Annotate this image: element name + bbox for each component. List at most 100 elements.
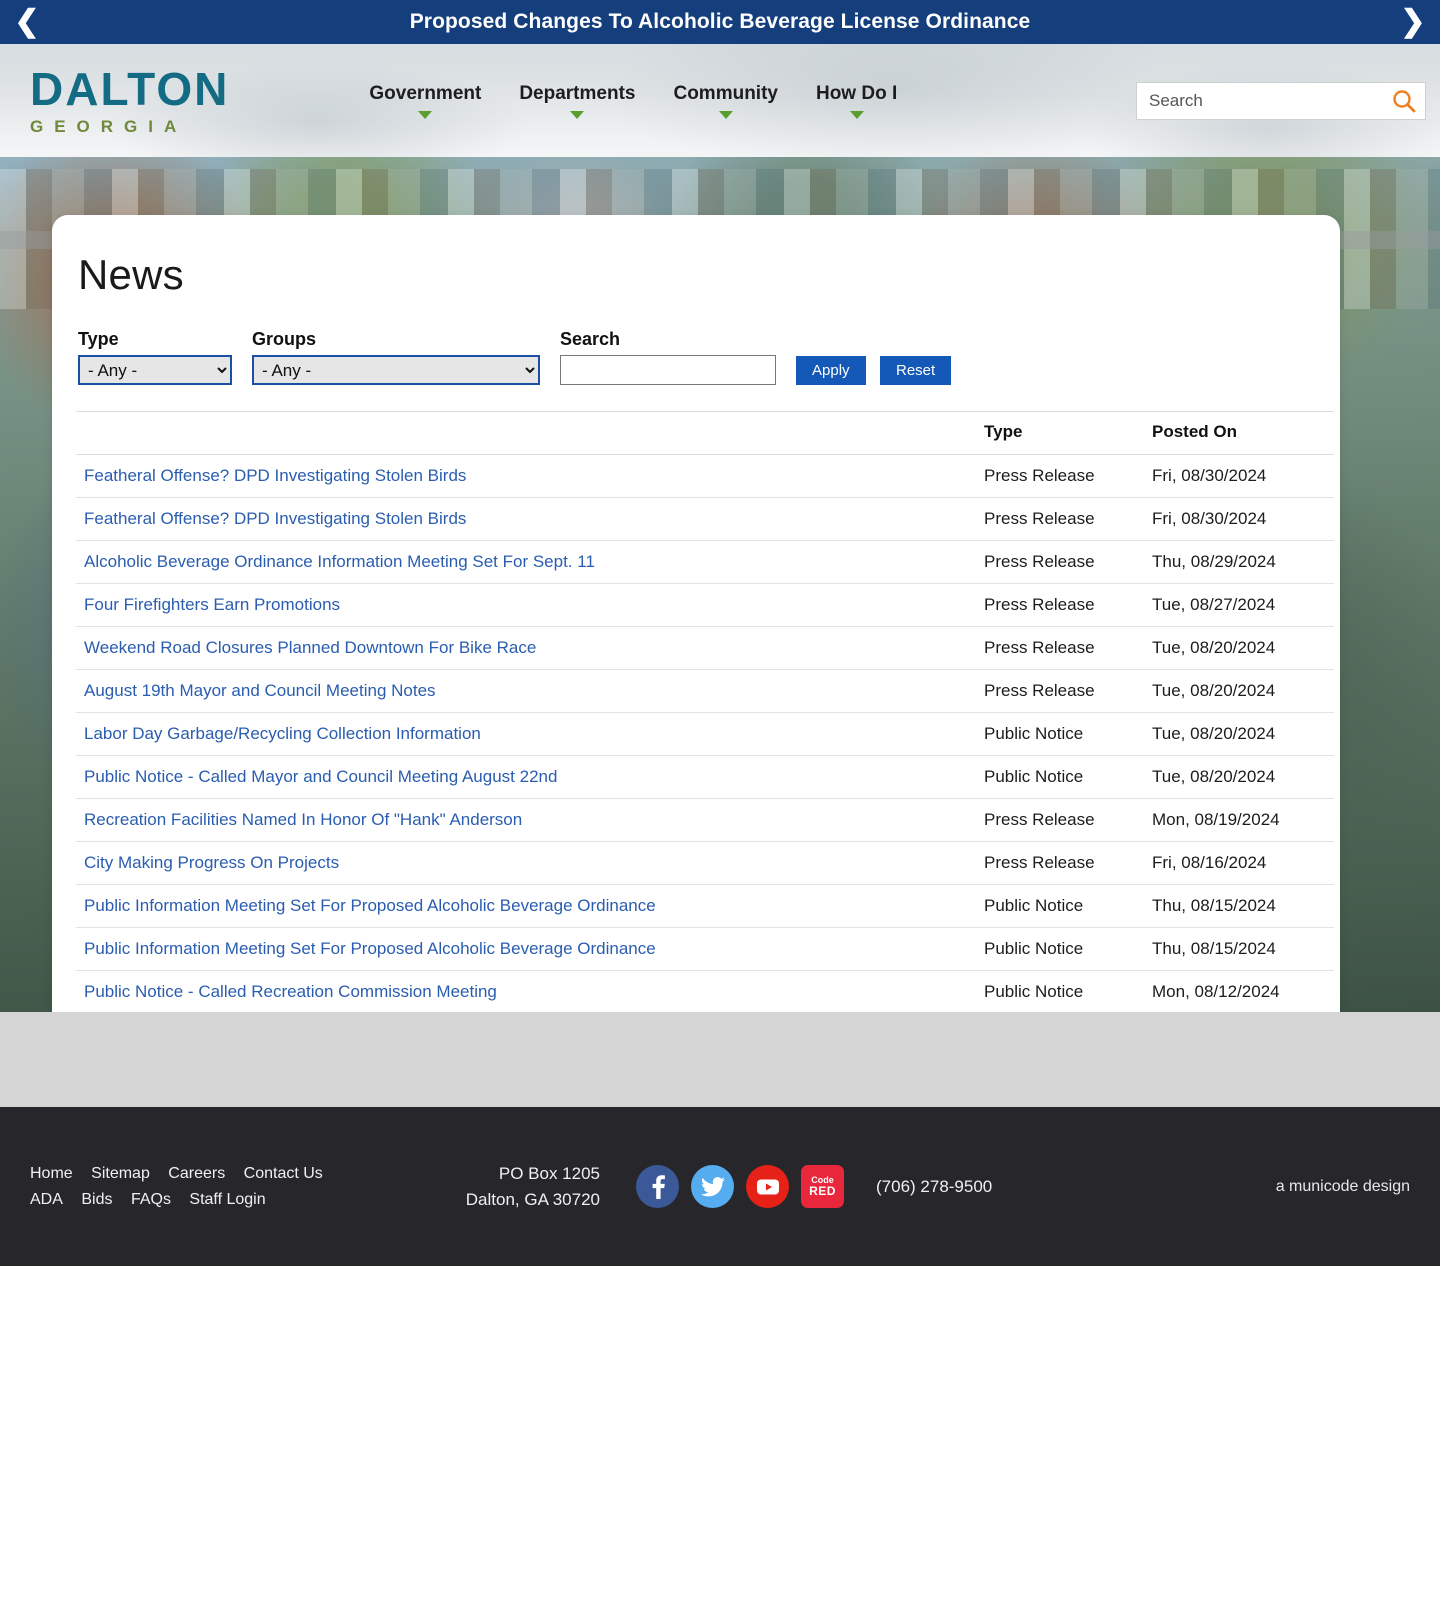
- table-row: City Making Progress On Projects Press Re…: [76, 841, 1334, 885]
- table-row: August 19th Mayor and Council Meeting No…: [76, 669, 1334, 713]
- news-type-cell: Public Notice: [976, 970, 1144, 1012]
- news-title-cell: Public Notice - Called Mayor and Council…: [76, 755, 976, 799]
- alert-next-arrow-icon[interactable]: ❯: [1386, 0, 1440, 44]
- groups-filter: Groups - Any -: [252, 329, 540, 385]
- nav-item-community-label: Community: [673, 82, 778, 104]
- news-filters: Type - Any - Groups - Any - Search Apply…: [76, 329, 1316, 411]
- news-title-cell: Weekend Road Closures Planned Downtown F…: [76, 626, 976, 670]
- nav-item-community[interactable]: Community: [673, 83, 778, 119]
- table-row: Featheral Offense? DPD Investigating Sto…: [76, 497, 1334, 541]
- news-title-cell: Featheral Offense? DPD Investigating Sto…: [76, 454, 976, 498]
- nav-item-departments[interactable]: Departments: [519, 83, 635, 119]
- table-row: Public Information Meeting Set For Propo…: [76, 884, 1334, 928]
- twitter-icon[interactable]: [691, 1165, 734, 1208]
- news-type-cell: Public Notice: [976, 884, 1144, 928]
- table-row: Alcoholic Beverage Ordinance Information…: [76, 540, 1334, 584]
- footer-social-links: Code RED: [636, 1165, 844, 1208]
- news-title-link[interactable]: Weekend Road Closures Planned Downtown F…: [84, 638, 536, 657]
- keyword-filter-label: Search: [560, 329, 621, 349]
- table-row: Weekend Road Closures Planned Downtown F…: [76, 626, 1334, 670]
- facebook-icon[interactable]: [636, 1165, 679, 1208]
- footer-address-line-2: Dalton, GA 30720: [465, 1189, 600, 1209]
- footer-links: Home Sitemap Careers Contact Us ADA Bids…: [30, 1161, 360, 1213]
- reset-button[interactable]: Reset: [879, 356, 952, 385]
- keyword-search-input[interactable]: [560, 355, 776, 385]
- header-search-input[interactable]: [1137, 82, 1383, 119]
- news-title-link[interactable]: August 19th Mayor and Council Meeting No…: [84, 681, 436, 700]
- news-title-cell: Labor Day Garbage/Recycling Collection I…: [76, 712, 976, 756]
- news-title-link[interactable]: Public Notice - Called Mayor and Council…: [84, 767, 557, 786]
- table-row: Recreation Facilities Named In Honor Of …: [76, 798, 1334, 842]
- news-date-cell: Mon, 08/12/2024: [1144, 970, 1334, 1012]
- table-row: Public Notice - Called Mayor and Council…: [76, 755, 1334, 799]
- footer-link-bids[interactable]: Bids: [81, 1191, 112, 1208]
- footer-link-ada[interactable]: ADA: [30, 1191, 63, 1208]
- chevron-down-icon: [718, 110, 733, 119]
- news-type-cell: Press Release: [976, 669, 1144, 713]
- news-title-link[interactable]: Featheral Offense? DPD Investigating Sto…: [84, 466, 466, 485]
- news-title-link[interactable]: Alcoholic Beverage Ordinance Information…: [84, 552, 595, 571]
- news-title-link[interactable]: City Making Progress On Projects: [84, 853, 339, 872]
- news-date-cell: Mon, 08/19/2024: [1144, 798, 1334, 842]
- footer-links-row-1: Home Sitemap Careers Contact Us: [30, 1161, 360, 1187]
- footer-link-contact-us[interactable]: Contact Us: [244, 1165, 323, 1182]
- news-title-link[interactable]: Public Information Meeting Set For Propo…: [84, 896, 656, 915]
- news-title-cell: Four Firefighters Earn Promotions: [76, 583, 976, 627]
- site-masthead: DALTON GEORGIA Government Departments Co…: [0, 44, 1440, 157]
- footer-link-staff-login[interactable]: Staff Login: [189, 1191, 265, 1208]
- alert-banner-title[interactable]: Proposed Changes To Alcoholic Beverage L…: [350, 10, 1091, 34]
- header-search-box: [1136, 81, 1426, 120]
- page-title: News: [78, 251, 184, 298]
- table-row: Featheral Offense? DPD Investigating Sto…: [76, 454, 1334, 498]
- news-title-link[interactable]: Public Notice - Called Recreation Commis…: [84, 982, 497, 1001]
- table-row: Public Information Meeting Set For Propo…: [76, 927, 1334, 971]
- footer-link-sitemap[interactable]: Sitemap: [91, 1165, 150, 1182]
- codered-icon[interactable]: Code RED: [801, 1165, 844, 1208]
- footer-link-home[interactable]: Home: [30, 1165, 73, 1182]
- news-title-link[interactable]: Featheral Offense? DPD Investigating Sto…: [84, 509, 466, 528]
- apply-button[interactable]: Apply: [796, 356, 866, 385]
- news-title-cell: Recreation Facilities Named In Honor Of …: [76, 798, 976, 842]
- footer-link-faqs[interactable]: FAQs: [131, 1191, 171, 1208]
- news-type-cell: Press Release: [976, 626, 1144, 670]
- news-type-cell: Public Notice: [976, 755, 1144, 799]
- news-date-cell: Fri, 08/16/2024: [1144, 841, 1334, 885]
- search-icon[interactable]: [1383, 88, 1425, 114]
- footer-credit[interactable]: a municode design: [1276, 1178, 1410, 1196]
- site-footer: Home Sitemap Careers Contact Us ADA Bids…: [0, 1107, 1440, 1266]
- news-title-cell: Public Information Meeting Set For Propo…: [76, 927, 976, 971]
- news-type-cell: Press Release: [976, 583, 1144, 627]
- page-spacer: [0, 1012, 1440, 1107]
- chevron-down-icon: [570, 110, 585, 119]
- news-title-link[interactable]: Public Information Meeting Set For Propo…: [84, 939, 656, 958]
- table-row: Public Notice - Called Recreation Commis…: [76, 970, 1334, 1012]
- type-filter-label: Type: [78, 329, 119, 349]
- nav-item-departments-label: Departments: [519, 82, 636, 104]
- site-logo[interactable]: DALTON GEORGIA: [30, 66, 229, 135]
- type-select[interactable]: - Any -: [78, 355, 232, 385]
- youtube-icon[interactable]: [746, 1165, 789, 1208]
- news-title-link[interactable]: Recreation Facilities Named In Honor Of …: [84, 810, 522, 829]
- groups-filter-label: Groups: [252, 329, 317, 349]
- news-type-cell: Press Release: [976, 497, 1144, 541]
- news-title-cell: Public Notice - Called Recreation Commis…: [76, 970, 976, 1012]
- footer-phone[interactable]: (706) 278-9500: [876, 1177, 992, 1197]
- nav-item-how-do-i[interactable]: How Do I: [816, 83, 897, 119]
- news-table-head: Type Posted On: [76, 411, 1334, 455]
- footer-link-careers[interactable]: Careers: [168, 1165, 225, 1182]
- news-date-cell: Thu, 08/29/2024: [1144, 540, 1334, 584]
- chevron-down-icon: [849, 110, 864, 119]
- news-type-cell: Public Notice: [976, 712, 1144, 756]
- logo-city-name: DALTON: [30, 63, 230, 115]
- news-title-link[interactable]: Four Firefighters Earn Promotions: [84, 595, 340, 614]
- alert-prev-arrow-icon[interactable]: ❮: [0, 0, 54, 44]
- news-table-header-row: Type Posted On: [76, 411, 1334, 455]
- news-title-link[interactable]: Labor Day Garbage/Recycling Collection I…: [84, 724, 481, 743]
- news-type-cell: Press Release: [976, 454, 1144, 498]
- chevron-down-icon: [418, 110, 433, 119]
- news-table-body: Featheral Offense? DPD Investigating Sto…: [76, 454, 1334, 1012]
- groups-select[interactable]: - Any -: [252, 355, 540, 385]
- codered-bottom-label: RED: [809, 1184, 836, 1198]
- news-title-cell: Public Information Meeting Set For Propo…: [76, 884, 976, 928]
- nav-item-government[interactable]: Government: [369, 83, 481, 119]
